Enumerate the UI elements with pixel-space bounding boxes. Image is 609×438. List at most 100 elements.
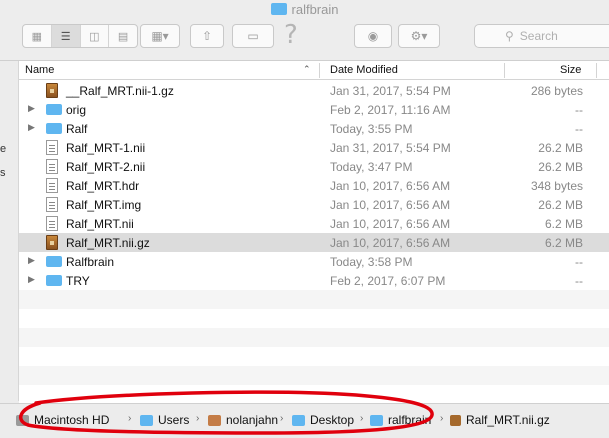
eye-icon: ◉	[367, 29, 379, 43]
file-name: __Ralf_MRT.nii-1.gz	[66, 84, 174, 98]
list-item[interactable]: ▶ Ralfbrain Today, 3:58 PM --	[19, 252, 609, 271]
file-name: Ralf_MRT.img	[66, 198, 142, 212]
search-field[interactable]: ⚲ Search	[474, 24, 609, 48]
gz-icon	[450, 414, 461, 426]
list-item[interactable]: ▶ orig Feb 2, 2017, 11:16 AM --	[19, 100, 609, 119]
file-size: --	[575, 103, 583, 117]
folder-icon	[46, 256, 62, 267]
disclosure-triangle-icon[interactable]: ▶	[28, 103, 35, 114]
list-item[interactable]: ▶ TRY Feb 2, 2017, 6:07 PM --	[19, 271, 609, 290]
file-size: 26.2 MB	[538, 141, 583, 155]
list-item[interactable]: Ralf_MRT.hdr Jan 10, 2017, 6:56 AM 348 byt…	[19, 176, 609, 195]
list-item[interactable]: __Ralf_MRT.nii-1.gz Jan 31, 2017, 5:54 PM…	[19, 81, 609, 100]
document-icon	[46, 159, 58, 174]
icon-view-button[interactable]: ▦	[23, 25, 52, 47]
file-date: Jan 31, 2017, 5:54 PM	[330, 84, 451, 98]
file-name: Ralf	[66, 122, 88, 136]
empty-row	[19, 366, 609, 385]
arrange-button[interactable]: ▦▾	[140, 24, 180, 48]
document-icon	[46, 197, 58, 212]
column-view-button[interactable]: ◫	[81, 25, 110, 47]
sidebar: e s	[0, 61, 19, 401]
search-placeholder: Search	[519, 29, 558, 43]
file-date: Today, 3:47 PM	[330, 160, 413, 174]
gear-icon: ⚙▾	[410, 29, 428, 43]
sidebar-fragment[interactable]: e	[0, 143, 6, 155]
file-date: Feb 2, 2017, 6:07 PM	[330, 274, 446, 288]
file-date: Jan 10, 2017, 6:56 AM	[330, 236, 451, 250]
document-icon	[46, 216, 58, 231]
document-icon	[46, 140, 58, 155]
list-item[interactable]: Ralf_MRT-2.nii Today, 3:47 PM 26.2 MB	[19, 157, 609, 176]
folder-icon	[46, 275, 62, 286]
file-date: Today, 3:55 PM	[330, 122, 413, 136]
file-name: orig	[66, 103, 87, 117]
column-header: Name ⌃ Date Modified Size	[19, 61, 609, 80]
disclosure-triangle-icon[interactable]: ▶	[28, 255, 35, 266]
file-size: --	[575, 122, 583, 136]
file-size: 286 bytes	[530, 84, 583, 98]
file-name: Ralf_MRT.hdr	[66, 179, 140, 193]
file-name: TRY	[66, 274, 90, 288]
file-size: 6.2 MB	[544, 217, 583, 231]
file-date: Jan 10, 2017, 6:56 AM	[330, 217, 451, 231]
list-item[interactable]: Ralf_MRT.nii.gz Jan 10, 2017, 6:56 AM 6.2 …	[19, 233, 609, 252]
file-date: Jan 10, 2017, 6:56 AM	[330, 198, 451, 212]
grid-icon: ▦▾	[151, 29, 169, 43]
file-date: Jan 10, 2017, 6:56 AM	[330, 179, 451, 193]
empty-row	[19, 290, 609, 309]
file-size: 26.2 MB	[538, 160, 583, 174]
file-name: Ralf_MRT.nii	[66, 217, 134, 231]
file-name: Ralf_MRT.nii.gz	[66, 236, 150, 250]
document-icon	[46, 178, 58, 193]
file-size: 26.2 MB	[538, 198, 583, 212]
file-name: Ralf_MRT-1.nii	[66, 141, 146, 155]
list-item[interactable]: Ralf_MRT.img Jan 10, 2017, 6:56 AM 26.2 MB	[19, 195, 609, 214]
gz-icon	[46, 83, 58, 98]
path-separator-icon: ›	[440, 413, 444, 424]
file-date: Today, 3:58 PM	[330, 255, 413, 269]
file-name: Ralfbrain	[66, 255, 115, 269]
folder-icon	[46, 123, 62, 134]
empty-row	[19, 309, 609, 328]
list-item[interactable]: Ralf_MRT.nii Jan 10, 2017, 6:56 AM 6.2 MB	[19, 214, 609, 233]
folder-icon	[46, 104, 62, 115]
file-size: 6.2 MB	[544, 236, 583, 250]
list-view-button[interactable]: ☰	[51, 25, 81, 47]
action-button[interactable]: ⚙▾	[398, 24, 440, 48]
file-size: --	[575, 255, 583, 269]
window-title-text: ralfbrain	[291, 2, 339, 17]
sidebar-fragment[interactable]: s	[0, 167, 6, 179]
question-icon[interactable]: ?	[284, 20, 298, 50]
path-label: Ralf_MRT.nii.gz	[466, 413, 550, 427]
list-item[interactable]: ▶ Ralf Today, 3:55 PM --	[19, 119, 609, 138]
file-list: Name ⌃ Date Modified Size __Ralf_MRT.nii…	[19, 61, 609, 404]
empty-row	[19, 347, 609, 366]
file-date: Feb 2, 2017, 11:16 AM	[330, 103, 451, 117]
quick-look-button[interactable]: ◉	[354, 24, 392, 48]
column-name-header[interactable]: Name	[25, 64, 54, 76]
annotation-circle	[18, 390, 434, 435]
path-item-ralf-mrt-nii-gz[interactable]: Ralf_MRT.nii.gz	[450, 413, 550, 427]
cover-flow-button[interactable]: ▤	[109, 25, 137, 47]
tags-button[interactable]: ▭	[232, 24, 274, 48]
file-size: --	[575, 274, 583, 288]
file-size: 348 bytes	[530, 179, 583, 193]
gz-icon	[46, 235, 58, 250]
list-item[interactable]: Ralf_MRT-1.nii Jan 31, 2017, 5:54 PM 26.2 …	[19, 138, 609, 157]
share-icon: ⇧	[201, 29, 213, 43]
disclosure-triangle-icon[interactable]: ▶	[28, 122, 35, 133]
sort-ascending-icon[interactable]: ⌃	[303, 64, 311, 75]
column-size-header[interactable]: Size	[560, 64, 581, 76]
column-date-header[interactable]: Date Modified	[330, 64, 398, 76]
disclosure-triangle-icon[interactable]: ▶	[28, 274, 35, 285]
empty-row	[19, 328, 609, 347]
search-icon: ⚲	[505, 29, 514, 43]
window-title: ralfbrain	[0, 2, 609, 17]
view-mode-control: ▦ ☰ ◫ ▤	[22, 24, 138, 48]
share-button[interactable]: ⇧	[190, 24, 224, 48]
tag-icon: ▭	[247, 29, 259, 43]
file-name: Ralf_MRT-2.nii	[66, 160, 146, 174]
file-date: Jan 31, 2017, 5:54 PM	[330, 141, 451, 155]
toolbar: ralfbrain ▦ ☰ ◫ ▤ ▦▾ ⇧ ▭ ? ◉ ⚙▾ ⚲ Search	[0, 0, 609, 61]
